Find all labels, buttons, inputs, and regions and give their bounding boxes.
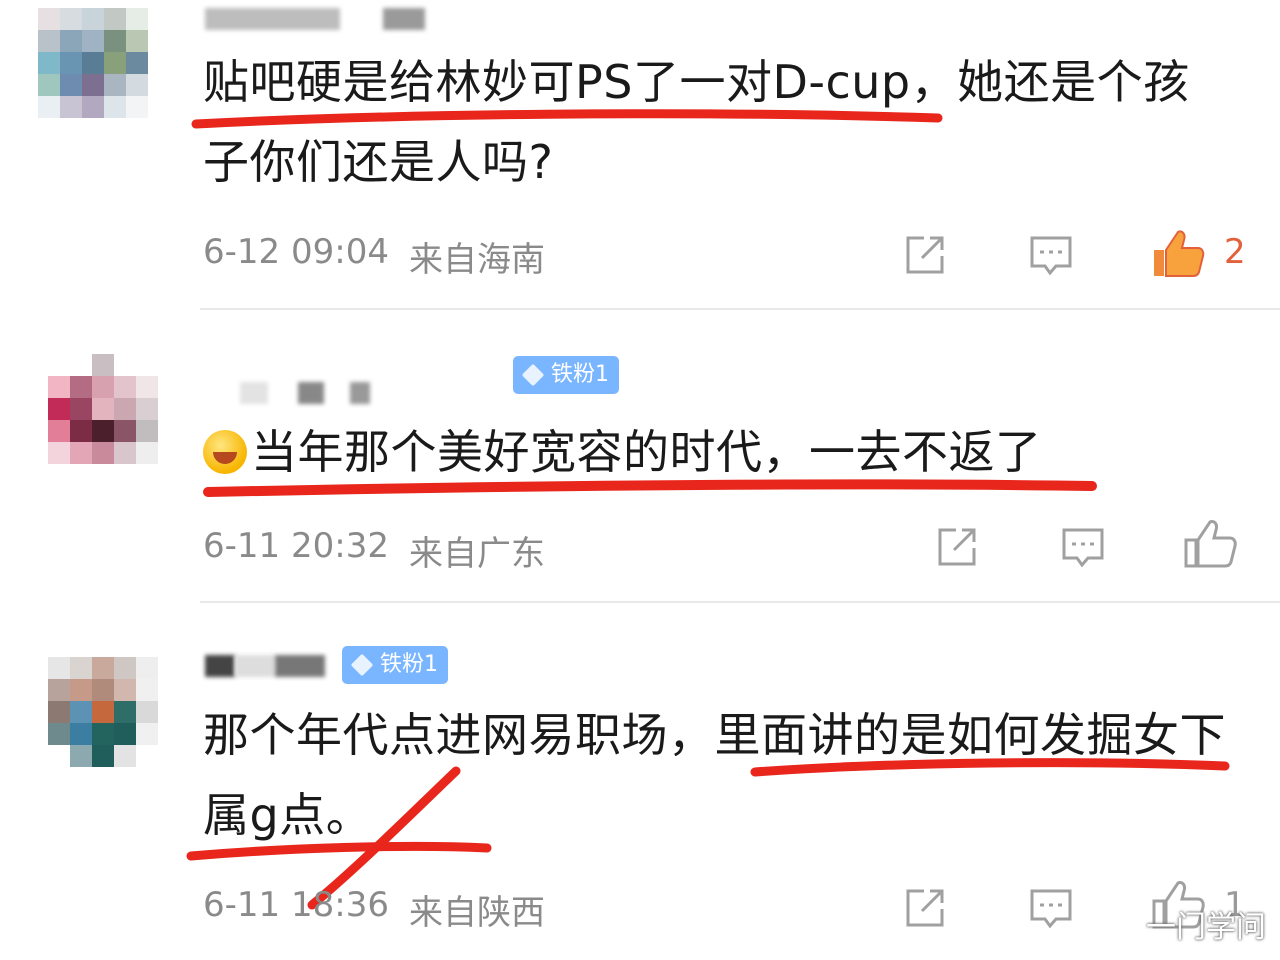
comment-icon[interactable] (1026, 883, 1076, 933)
username[interactable] (205, 8, 435, 30)
thumbs-up-icon[interactable] (1182, 516, 1238, 572)
diamond-icon (350, 653, 374, 677)
annotation-underline (750, 758, 1230, 777)
comment-icon[interactable] (1058, 522, 1108, 572)
share-icon[interactable] (932, 522, 982, 572)
annotation-underline (191, 109, 943, 129)
avatar[interactable] (48, 354, 158, 464)
comment-meta: 6-12 09:04 来自海南 (203, 232, 545, 281)
avatar[interactable] (48, 657, 158, 767)
fan-badge: 铁粉1 (513, 356, 619, 394)
comment-item: 贴吧硬是给林妙可PS了一对D-cup，她还是个孩子你们还是人吗? 6-12 09… (0, 0, 1280, 310)
share-icon[interactable] (900, 883, 950, 933)
share-icon[interactable] (900, 230, 950, 280)
watermark: 一门学问 (1146, 910, 1266, 945)
fan-badge-label: 铁粉1 (551, 362, 609, 387)
comment-item: 铁粉1 那个年代点进网易职场，里面讲的是如何发掘女下属g点。 6-11 18:3… (0, 603, 1280, 960)
comment-time: 6-11 18:36 (203, 885, 389, 925)
fan-badge-label: 铁粉1 (380, 652, 438, 677)
like-count: 2 (1224, 232, 1246, 272)
annotation-underline (203, 479, 1097, 497)
comment-item: 铁粉1 当年那个美好宽容的时代，一去不返了 6-11 20:32 来自广东 (0, 310, 1280, 602)
diamond-icon (521, 363, 545, 387)
comment-icon[interactable] (1026, 230, 1076, 280)
username[interactable] (240, 382, 490, 404)
username[interactable] (205, 655, 330, 677)
comment-meta: 6-11 20:32 来自广东 (203, 526, 545, 575)
comment-time: 6-11 20:32 (203, 526, 389, 566)
comment-meta: 6-11 18:36 来自陕西 (203, 885, 545, 934)
thumbs-up-icon[interactable] (1150, 226, 1206, 282)
comment-time: 6-12 09:04 (203, 232, 389, 272)
fan-badge: 铁粉1 (342, 646, 448, 684)
comment-location: 来自海南 (408, 240, 545, 280)
comment-location: 来自陕西 (408, 893, 545, 933)
grinning-emoji-icon (203, 430, 247, 474)
comment-location: 来自广东 (408, 534, 545, 574)
avatar[interactable] (38, 8, 148, 118)
